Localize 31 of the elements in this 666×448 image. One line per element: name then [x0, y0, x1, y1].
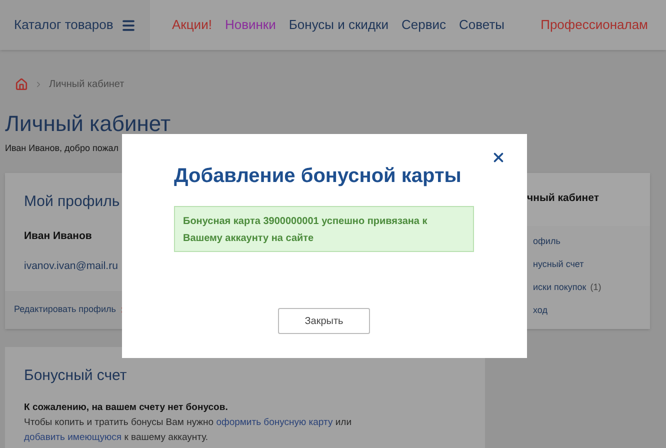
card-title: Мой профиль — [24, 192, 120, 212]
sidebar-link[interactable]: ход — [533, 304, 548, 318]
nav-link[interactable]: Советы — [459, 15, 504, 35]
sidebar-link[interactable]: иски покупок — [533, 281, 586, 295]
breadcrumb-item[interactable]: Личный кабинет — [49, 76, 124, 92]
page-title: Личный кабинет — [5, 111, 172, 137]
menu-icon — [121, 18, 136, 32]
close-icon — [491, 150, 506, 165]
greeting-text: Иван Иванов, добро пожал — [5, 142, 119, 155]
apply-card-link[interactable]: оформить бонусную карту — [216, 417, 333, 428]
catalog-button[interactable]: Каталог товаров — [0, 0, 150, 50]
edit-profile-link[interactable]: Редактировать профиль — [14, 302, 116, 316]
close-dialog-button[interactable]: Закрыть — [278, 308, 370, 334]
bonus-info-text: Чтобы копить и тратить бонусы Вам нужно оформить бонусную карту или добавить имеющуюся к вашему аккаунту. — [24, 416, 353, 446]
user-email: ivanov.ivan@mail.ru — [24, 258, 118, 274]
user-name: Иван Иванов — [24, 229, 92, 244]
add-card-link[interactable]: добавить имеющуюся — [24, 432, 122, 444]
sidebar-link[interactable]: нусный счет — [533, 258, 584, 272]
success-message: Бонусная карта 3900000001 успешно привязана к Вашему аккаунту на сайте — [174, 206, 474, 252]
chevron-icon — [34, 80, 43, 88]
nav-link[interactable]: Бонусы и скидки — [288, 15, 388, 35]
notice-text: К сожалению, на вашем счету нет бонусов. — [24, 401, 229, 415]
card-title: Бонусный счет — [24, 366, 128, 386]
item-count: (1) — [590, 281, 602, 294]
sidebar-link[interactable]: офиль — [533, 235, 560, 249]
close-button[interactable] — [491, 150, 506, 165]
nav-link[interactable]: Новинки — [224, 15, 276, 35]
nav-link[interactable]: Сервис — [401, 15, 446, 35]
nav-link[interactable]: Профессионалам — [540, 15, 648, 35]
nav-link[interactable]: Акции! — [172, 15, 212, 35]
modal-title: Добавление бонусной карты — [174, 164, 462, 189]
